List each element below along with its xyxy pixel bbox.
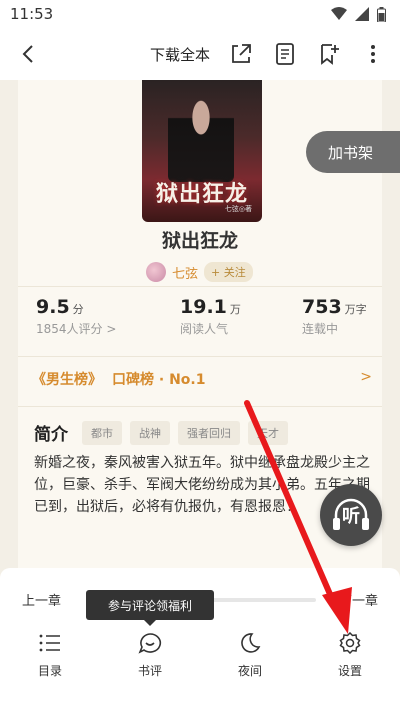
words-unit: 万字	[344, 303, 367, 316]
menu-label: 书评	[137, 664, 162, 678]
stats-row: 9.5 分 1854人评分 > 19.1 万 阅读人气 753 万字 连载中	[36, 296, 376, 350]
words-value: 753	[302, 296, 342, 318]
stat-readers: 19.1 万 阅读人气	[180, 296, 241, 337]
cover-author: 七弦◎著	[224, 205, 252, 213]
bookmark-add-icon[interactable]	[316, 41, 342, 67]
listen-button[interactable]: 听	[320, 484, 382, 546]
menu-label: 夜间	[237, 664, 262, 678]
cover-figure	[168, 90, 234, 182]
menu-catalog[interactable]: 目录	[20, 632, 80, 679]
divider	[18, 406, 382, 407]
bottom-menu: 目录 书评 夜间 设置	[0, 632, 400, 692]
top-nav: 下载全本	[0, 28, 400, 80]
tag[interactable]: 都市	[82, 420, 122, 445]
stat-score[interactable]: 9.5 分 1854人评分 >	[36, 296, 116, 337]
score-count: 1854人评分 >	[36, 322, 117, 336]
prev-chapter-button[interactable]: 上一章	[22, 590, 61, 609]
menu-comments[interactable]: 书评	[120, 632, 180, 679]
serial-status: 连载中	[302, 322, 339, 336]
tag[interactable]: 战神	[130, 420, 170, 445]
chevron-right-icon: >	[360, 369, 372, 385]
headphones-icon	[333, 498, 369, 530]
signal-icon	[355, 7, 369, 21]
menu-label: 目录	[37, 664, 62, 678]
book-cover[interactable]: 狱出狂龙 七弦◎著	[142, 80, 262, 222]
rank-badge: 《男生榜》	[32, 372, 102, 388]
gear-icon	[339, 632, 361, 654]
rank-row[interactable]: 《男生榜》 口碑榜 · No.1 >	[32, 367, 372, 391]
author-name[interactable]: 七弦	[172, 263, 198, 282]
intro-label: 简介	[34, 425, 68, 445]
battery-icon	[377, 6, 386, 22]
share-icon[interactable]	[228, 41, 254, 67]
stat-words: 753 万字 连载中	[302, 296, 367, 337]
author-avatar[interactable]	[146, 262, 166, 282]
status-time: 11:53	[10, 5, 54, 23]
download-all-button[interactable]: 下载全本	[150, 44, 210, 65]
add-to-shelf-button[interactable]: 加书架	[306, 131, 400, 173]
readers-value: 19.1	[180, 296, 227, 318]
comment-icon	[138, 633, 162, 654]
list-icon	[39, 634, 60, 652]
back-icon[interactable]	[16, 40, 42, 68]
moon-icon	[241, 633, 261, 653]
tag[interactable]: 强者回归	[178, 420, 240, 445]
tag[interactable]: 天才	[248, 420, 288, 445]
menu-label: 设置	[337, 664, 362, 678]
comment-reward-tooltip: 参与评论领福利	[86, 590, 214, 626]
author-row: 七弦 + 关注	[146, 262, 253, 282]
report-icon[interactable]	[272, 41, 298, 67]
score-unit: 分	[72, 303, 84, 316]
intro-header: 简介 都市 战神 强者回归 天才	[34, 420, 288, 445]
rank-text: 口碑榜 · No.1	[112, 372, 206, 388]
readers-label: 阅读人气	[180, 322, 229, 336]
readers-unit: 万	[229, 303, 241, 316]
menu-settings[interactable]: 设置	[320, 632, 380, 679]
divider	[18, 286, 382, 287]
divider	[18, 356, 382, 357]
more-icon[interactable]	[360, 41, 386, 67]
score-value: 9.5	[36, 296, 70, 318]
wifi-icon	[331, 7, 347, 20]
follow-button[interactable]: + 关注	[204, 262, 253, 282]
nav-actions: 下载全本	[150, 38, 386, 70]
status-icons	[331, 6, 386, 22]
book-title: 狱出狂龙	[161, 230, 238, 252]
menu-night-mode[interactable]: 夜间	[220, 632, 280, 679]
next-chapter-button[interactable]: 下一章	[339, 590, 378, 609]
status-bar: 11:53	[0, 0, 400, 28]
